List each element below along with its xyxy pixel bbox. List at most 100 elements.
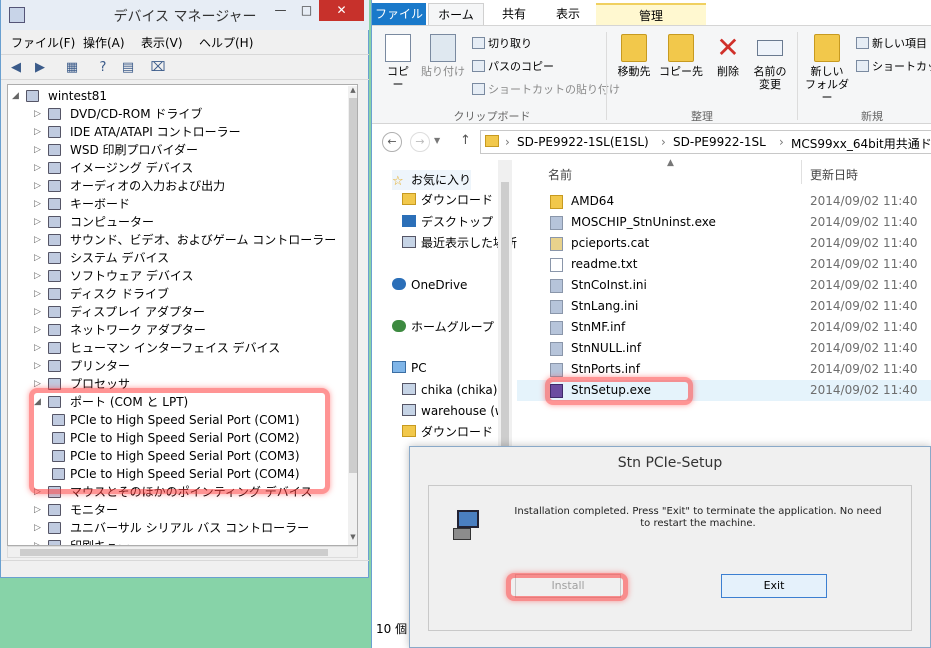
net-icon: [402, 404, 416, 416]
new-folder-button[interactable]: 新しい フォルダー: [802, 34, 852, 104]
nav-item[interactable]: ダウンロード: [402, 422, 493, 442]
tab-view[interactable]: 表示: [546, 3, 590, 25]
copy-path-button[interactable]: パスのコピー: [472, 58, 554, 74]
move-to-button[interactable]: 移動先: [614, 34, 654, 78]
address-bar[interactable]: › SD-PE9922-1SL(E1SL) › SD-PE9922-1SL › …: [480, 130, 931, 154]
file-row[interactable]: StnPorts.inf 2014/09/02 11:40: [517, 359, 931, 380]
paste-button[interactable]: 貼り付け: [420, 34, 466, 78]
breadcrumb-3[interactable]: MCS99xx_64bit用共通ドラ: [791, 135, 931, 152]
up-arrow-icon[interactable]: ↑: [460, 133, 471, 148]
collapsed-arrow-icon[interactable]: ▷: [34, 141, 44, 159]
shortcut-button[interactable]: ショートカット: [856, 58, 931, 74]
install-button[interactable]: Install: [515, 574, 621, 598]
file-date: 2014/09/02 11:40: [810, 320, 918, 334]
collapsed-arrow-icon[interactable]: ▷: [34, 285, 44, 303]
collapsed-arrow-icon[interactable]: ▷: [34, 519, 44, 537]
details-icon[interactable]: ▤: [119, 59, 137, 76]
nav-item-label: ダウンロード: [421, 193, 494, 207]
nav-item[interactable]: PC: [392, 358, 427, 378]
help-icon[interactable]: ?: [94, 59, 112, 76]
delete-button[interactable]: ✕ 削除: [710, 34, 746, 79]
collapsed-arrow-icon[interactable]: ▷: [34, 105, 44, 123]
device-category-icon: [48, 144, 61, 156]
copy-button[interactable]: コピー: [382, 34, 414, 91]
nav-item[interactable]: ホームグループ: [392, 317, 494, 337]
minimize-button[interactable]: —: [267, 0, 294, 21]
scroll-down-arrow-icon[interactable]: ▼: [348, 533, 357, 545]
back-button[interactable]: ←: [382, 132, 402, 152]
tab-file[interactable]: ファイル: [372, 3, 426, 25]
vertical-scrollbar[interactable]: ▲ ▼: [348, 86, 357, 545]
collapsed-arrow-icon[interactable]: ▷: [34, 339, 44, 357]
menu-view[interactable]: 表示(V): [141, 34, 183, 51]
file-row[interactable]: readme.txt 2014/09/02 11:40: [517, 254, 931, 275]
close-button[interactable]: ✕: [319, 0, 364, 21]
collapsed-arrow-icon[interactable]: ▷: [34, 177, 44, 195]
menu-help[interactable]: ヘルプ(H): [199, 34, 253, 51]
collapsed-arrow-icon[interactable]: ▷: [34, 303, 44, 321]
file-row[interactable]: StnMF.inf 2014/09/02 11:40: [517, 317, 931, 338]
navigation-scrollbar-thumb[interactable]: [501, 182, 509, 462]
file-row[interactable]: StnLang.ini 2014/09/02 11:40: [517, 296, 931, 317]
exit-button[interactable]: Exit: [721, 574, 827, 598]
collapsed-arrow-icon[interactable]: ▷: [34, 537, 44, 545]
device-label: サウンド、ビデオ、およびゲーム コントローラー: [70, 233, 337, 247]
nav-item[interactable]: warehouse (wa: [402, 401, 512, 421]
rename-button[interactable]: 名前の 変更: [750, 34, 790, 91]
collapsed-arrow-icon[interactable]: ▷: [34, 231, 44, 249]
nav-item[interactable]: ダウンロード: [402, 190, 493, 210]
breadcrumb-1[interactable]: SD-PE9922-1SL(E1SL): [517, 135, 649, 149]
collapsed-arrow-icon[interactable]: ▷: [34, 123, 44, 141]
menu-action[interactable]: 操作(A): [83, 34, 125, 51]
nav-item[interactable]: ☆ お気に入り: [392, 170, 472, 190]
breadcrumb-2[interactable]: SD-PE9922-1SL: [673, 135, 766, 149]
back-arrow-icon[interactable]: ◀: [7, 59, 25, 76]
nav-item[interactable]: デスクトップ: [402, 212, 493, 232]
tab-share[interactable]: 共有: [492, 3, 536, 25]
horizontal-scrollbar[interactable]: [7, 546, 358, 558]
collapsed-arrow-icon[interactable]: ▷: [34, 249, 44, 267]
paste-shortcut-button[interactable]: ショートカットの貼り付け: [472, 81, 620, 97]
collapsed-arrow-icon[interactable]: ▷: [34, 321, 44, 339]
column-header-date[interactable]: 更新日時: [810, 166, 858, 183]
column-header-name[interactable]: 名前: [548, 166, 572, 183]
nav-item[interactable]: chika (chika): [402, 380, 497, 400]
collapsed-arrow-icon[interactable]: ▷: [34, 501, 44, 519]
file-row[interactable]: AMD64 2014/09/02 11:40: [517, 191, 931, 212]
recent-dropdown-icon[interactable]: ▼: [434, 136, 440, 145]
menu-file[interactable]: ファイル(F): [11, 34, 75, 51]
expanded-arrow-icon[interactable]: ◢: [34, 393, 44, 411]
collapsed-arrow-icon[interactable]: ▷: [34, 375, 44, 393]
tab-manage[interactable]: 管理: [596, 3, 706, 25]
horizontal-scrollbar-thumb[interactable]: [20, 549, 328, 556]
nav-item[interactable]: OneDrive: [392, 275, 467, 295]
file-row[interactable]: StnNULL.inf 2014/09/02 11:40: [517, 338, 931, 359]
new-item-button[interactable]: 新しい項目: [856, 35, 927, 51]
tab-home[interactable]: ホーム: [428, 3, 484, 25]
forward-arrow-icon[interactable]: ▶: [31, 59, 49, 76]
copy-to-button[interactable]: コピー先: [658, 34, 704, 78]
scan-hardware-icon[interactable]: ⌧: [149, 59, 167, 76]
file-date: 2014/09/02 11:40: [810, 236, 918, 250]
expanded-arrow-icon[interactable]: ◢: [12, 87, 22, 105]
collapsed-arrow-icon[interactable]: ▷: [34, 195, 44, 213]
maximize-button[interactable]: □: [294, 0, 319, 21]
device-label: ポート (COM と LPT): [70, 395, 189, 409]
properties-pane-icon[interactable]: ▦: [63, 59, 81, 76]
file-row[interactable]: StnCoInst.ini 2014/09/02 11:40: [517, 275, 931, 296]
file-row[interactable]: pcieports.cat 2014/09/02 11:40: [517, 233, 931, 254]
device-category-icon: [48, 288, 61, 300]
scrollbar-thumb[interactable]: [349, 98, 357, 473]
port-icon: [52, 468, 65, 480]
port-icon: [52, 450, 65, 462]
collapsed-arrow-icon[interactable]: ▷: [34, 159, 44, 177]
collapsed-arrow-icon[interactable]: ▷: [34, 483, 44, 501]
scroll-up-arrow-icon[interactable]: ▲: [348, 86, 357, 98]
collapsed-arrow-icon[interactable]: ▷: [34, 213, 44, 231]
cut-button[interactable]: 切り取り: [472, 35, 532, 51]
file-row[interactable]: MOSCHIP_StnUninst.exe 2014/09/02 11:40: [517, 212, 931, 233]
forward-button[interactable]: →: [410, 132, 430, 152]
file-row[interactable]: StnSetup.exe 2014/09/02 11:40: [517, 380, 931, 401]
collapsed-arrow-icon[interactable]: ▷: [34, 357, 44, 375]
collapsed-arrow-icon[interactable]: ▷: [34, 267, 44, 285]
